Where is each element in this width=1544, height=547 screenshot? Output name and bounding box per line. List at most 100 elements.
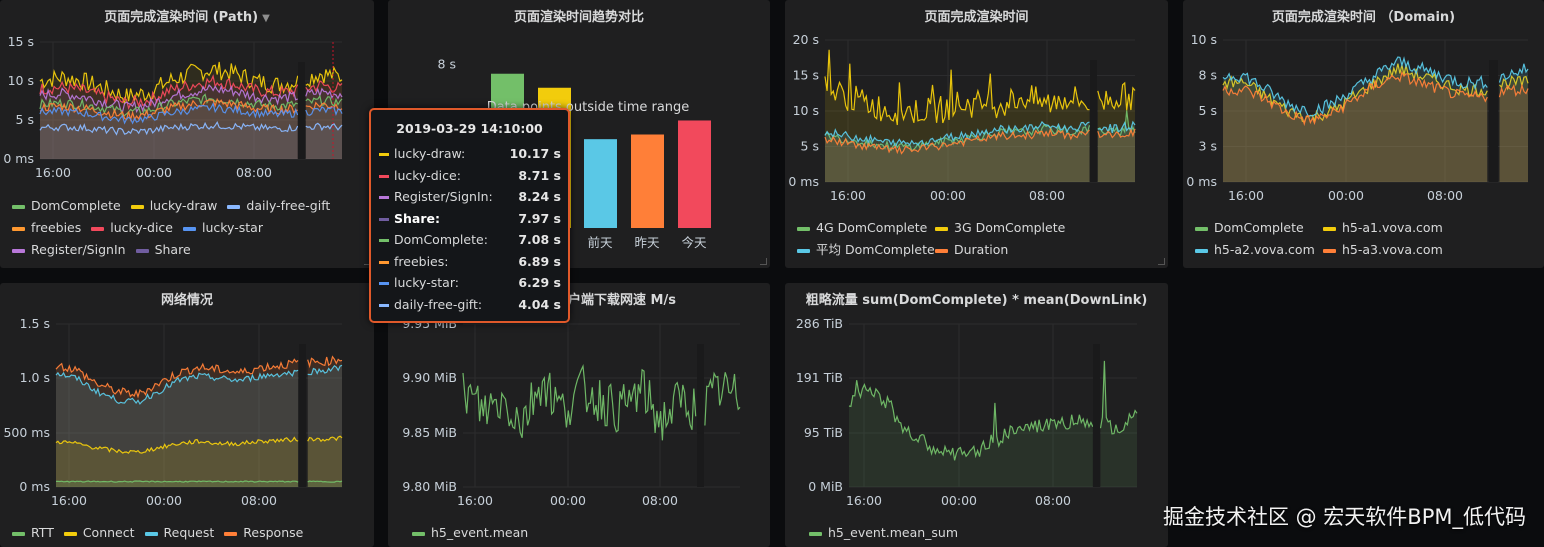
panel-title[interactable]: 页面完成渲染时间: [785, 6, 1168, 25]
legend-item[interactable]: h5-a1.vova.com: [1323, 217, 1443, 239]
legend-item[interactable]: freebies: [12, 217, 81, 239]
y-tick-label: 0 MiB: [808, 479, 843, 494]
legend-label: freebies: [31, 220, 82, 235]
legend-item[interactable]: h5-a3.vova.com: [1323, 239, 1443, 261]
legend-label: Share: [154, 242, 191, 257]
legend-item[interactable]: DomComplete: [1195, 217, 1313, 239]
panel-render-time: 页面完成渲染时间 20 s 15 s 10 s 5 s 0 ms 16:00 00:00 08…: [785, 0, 1168, 268]
chart-render-time[interactable]: 20 s 15 s 10 s 5 s 0 ms 16:00 00:00 08:00: [785, 28, 1168, 218]
y-tick-label: 0 ms: [19, 479, 50, 494]
tooltip-time: 2019-03-29 14:10:00: [396, 121, 543, 136]
y-tick-label: 191 TiB: [796, 370, 843, 385]
legend-item[interactable]: Duration: [935, 239, 1008, 261]
y-tick-label: 5 s: [16, 112, 34, 127]
series-area: [1100, 360, 1137, 487]
tooltip-swatch: [379, 239, 389, 242]
series-line-h5_event.mean: [462, 363, 697, 441]
legend-swatch: [1323, 248, 1336, 253]
y-tick-label: 500 ms: [3, 425, 50, 440]
tooltip-series-name: Register/SignIn:: [394, 189, 493, 204]
tooltip-value: 8.24 s: [518, 189, 561, 204]
tooltip-series-name: freebies:: [394, 253, 449, 269]
legend-item[interactable]: h5_event.mean_sum: [809, 522, 958, 544]
chart-network[interactable]: 1.5 s 1.0 s 500 ms 0 ms16:00 00:00 08:00: [0, 311, 374, 531]
legend-item[interactable]: 平均 DomComplete: [797, 239, 935, 261]
panel-title[interactable]: 粗略流量 sum(DomComplete) * mean(DownLink): [785, 289, 1168, 308]
legend-item[interactable]: Connect: [63, 522, 135, 544]
y-tick-label: 286 TiB: [796, 316, 843, 331]
data-gap: [1090, 60, 1097, 182]
y-tick-label: 15 s: [8, 34, 34, 49]
y-tick-label: 1.0 s: [20, 370, 50, 385]
legend-label: 4G DomComplete: [816, 220, 928, 235]
panel-title[interactable]: 页面完成渲染时间 （Domain): [1183, 6, 1544, 25]
legend-item[interactable]: daily-free-gift: [227, 195, 330, 217]
y-tick-label: 0 ms: [3, 151, 34, 166]
y-tick-label: 10 s: [8, 73, 34, 88]
y-tick-label: 10 s: [793, 103, 819, 118]
legend-item[interactable]: Request: [144, 522, 214, 544]
tooltip-swatch: [379, 282, 389, 285]
tooltip-swatch: [379, 196, 389, 199]
y-tick-label: 0 ms: [1186, 174, 1217, 189]
tooltip-swatch: [379, 153, 389, 156]
legend-item[interactable]: RTT: [12, 522, 54, 544]
tooltip-value: 7.08 s: [518, 232, 561, 247]
legend-item[interactable]: 4G DomComplete: [797, 217, 928, 239]
legend-item[interactable]: lucky-star: [183, 217, 263, 239]
bar-3: [631, 134, 664, 228]
watermark: 掘金技术社区 @ 宏天软件BPM_低代码: [1162, 505, 1526, 529]
data-gap: [697, 344, 704, 487]
y-tick-label: 1.5 s: [20, 316, 50, 331]
legend-item[interactable]: Response: [224, 522, 303, 544]
x-tick-label: 08:00: [1427, 188, 1463, 203]
panel-title[interactable]: 页面完成渲染时间 (Path) ▼: [0, 6, 374, 25]
legend-item[interactable]: Register/SignIn: [12, 239, 126, 261]
legend-swatch: [12, 531, 25, 536]
tooltip-value: 6.89 s: [518, 253, 561, 269]
legend-item[interactable]: Share: [135, 239, 191, 261]
chevron-down-icon[interactable]: ▼: [262, 13, 270, 24]
legend-item[interactable]: h5_event.mean: [412, 522, 528, 544]
legend-label: Duration: [954, 242, 1009, 257]
legend-swatch: [183, 226, 196, 231]
chart-path-render-time[interactable]: 15 s 10 s 5 s 0 ms16:00 00:00 08:00: [0, 28, 374, 218]
tooltip-row: lucky-draw: 10.17 s: [371, 143, 568, 165]
legend-item[interactable]: lucky-dice: [91, 217, 173, 239]
data-gap: [298, 62, 305, 159]
legend-swatch: [224, 531, 238, 536]
tooltip-value: 4.04 s: [518, 296, 561, 312]
tooltip-row: Register/SignIn: 8.24 s: [371, 186, 568, 208]
x-tick-label: 00:00: [941, 493, 977, 508]
legend-swatch: [935, 226, 948, 231]
legend-label: DomComplete: [1214, 220, 1304, 235]
legend-swatch: [135, 248, 149, 253]
tooltip-row: Share: 7.97 s: [371, 208, 568, 230]
panel-title[interactable]: 页面渲染时间趋势对比: [388, 6, 770, 25]
resize-handle[interactable]: [760, 258, 767, 265]
chart-traffic[interactable]: 286 TiB 191 TiB 95 TiB 0 MiB16:00 00:00 08:00: [785, 311, 1168, 531]
legend-item[interactable]: 3G DomComplete: [935, 217, 1065, 239]
legend-swatch: [144, 531, 158, 536]
legend-item[interactable]: DomComplete: [12, 195, 121, 217]
x-category-label: 今天: [681, 235, 707, 250]
panel-domain-render-time: 页面完成渲染时间 （Domain) 10 s 8 s 5 s 3 s 0 ms 16:00…: [1183, 0, 1544, 268]
series-line-h5_event.mean: [704, 371, 741, 426]
tooltip-swatch: [379, 303, 389, 307]
chart-domain-render-time[interactable]: 10 s 8 s 5 s 3 s 0 ms 16:00 00:00 08:00: [1183, 28, 1544, 218]
legend-swatch: [809, 531, 822, 536]
x-tick-label: 16:00: [457, 493, 493, 508]
y-tick-label: 9.85 MiB: [402, 425, 457, 440]
legend-label: 平均 DomComplete: [816, 242, 935, 257]
legend-label: h5_event.mean: [431, 525, 529, 540]
legend-item[interactable]: h5-a2.vova.com: [1195, 239, 1315, 261]
tooltip-series-name: lucky-dice:: [394, 167, 461, 183]
panel-title[interactable]: 户端下载网速 M/s: [568, 289, 676, 308]
resize-handle[interactable]: [1158, 258, 1165, 265]
chart-download-speed[interactable]: 9.95 MiB9.90 MiB9.85 MiB9.80 MiB16:00 00:…: [388, 311, 770, 531]
panel-title[interactable]: 网络情况: [0, 289, 374, 308]
data-gap: [1093, 344, 1100, 487]
legend-swatch: [1323, 226, 1336, 231]
legend-item[interactable]: lucky-draw: [130, 195, 217, 217]
tooltip-rows: lucky-draw: 10.17 s lucky-dice: 8.71 s Regis…: [371, 143, 568, 315]
